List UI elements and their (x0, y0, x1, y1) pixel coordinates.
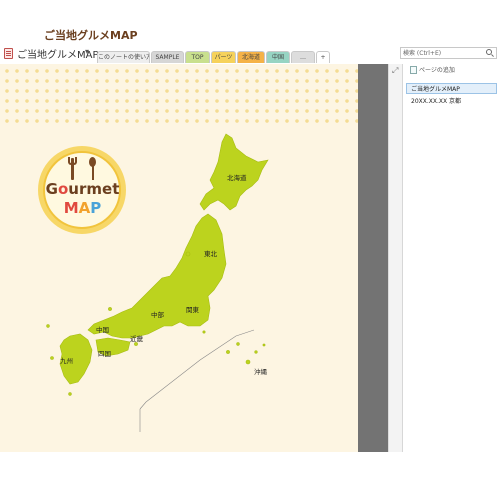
add-section-button[interactable]: + (316, 51, 330, 63)
label-kanto: 関東 (186, 306, 199, 314)
tab-chugoku[interactable]: 中国 (266, 51, 290, 63)
label-kyushu: 九州 (60, 357, 73, 365)
tab-hokkaido[interactable]: 北海道 (237, 51, 265, 63)
honshu-shape (87, 213, 227, 339)
tab-top[interactable]: TOP (185, 51, 210, 63)
expand-icon[interactable]: ⤢ (392, 66, 398, 76)
label-shikoku: 四国 (98, 350, 111, 358)
label-tohoku: 東北 (204, 250, 217, 258)
japan-map (46, 133, 269, 432)
okinawa-island-2 (245, 359, 251, 365)
tab-sample[interactable]: SAMPLE (151, 51, 184, 63)
amami-island (226, 350, 230, 354)
label-okinawa: 沖縄 (254, 368, 267, 376)
page-gutter (358, 64, 388, 452)
search-icon[interactable] (486, 49, 492, 55)
notebook-icon[interactable] (4, 48, 13, 59)
tab-more[interactable]: … (291, 51, 315, 63)
oki-island (108, 307, 112, 311)
label-hokkaido: 北海道 (227, 174, 247, 182)
okinawa-island-1 (236, 342, 240, 346)
tab-howto[interactable]: このノートの使い方 (97, 51, 150, 63)
okinawa-inset-border (139, 329, 255, 410)
tab-parts[interactable]: パーツ (211, 51, 236, 63)
okinawa-island-4 (262, 343, 266, 347)
sado-island (185, 251, 191, 257)
label-kinki: 近畿 (130, 335, 143, 343)
add-page-icon[interactable] (410, 66, 417, 74)
label-chubu: 中部 (151, 311, 164, 319)
yakushima-island (68, 392, 72, 396)
page-list-item-label[interactable]: ご当地グルメMAP (411, 84, 460, 93)
page-title: ご当地グルメMAP (44, 29, 138, 42)
goto-island (50, 356, 54, 360)
add-page-button[interactable]: ページの追加 (419, 65, 455, 74)
page-list-item-label[interactable]: 20XX.XX.XX 京都 (411, 96, 461, 105)
search-placeholder: 検索 (Ctrl+E) (403, 50, 442, 57)
label-chugoku: 中国 (96, 326, 109, 334)
okinawa-island-3 (254, 350, 258, 354)
vertical-scrollbar[interactable] (388, 64, 402, 452)
izu-island (202, 330, 206, 334)
page-list-pane (402, 64, 500, 452)
chevron-down-icon[interactable]: ▾ (85, 47, 89, 56)
tsushima-island (46, 324, 50, 328)
